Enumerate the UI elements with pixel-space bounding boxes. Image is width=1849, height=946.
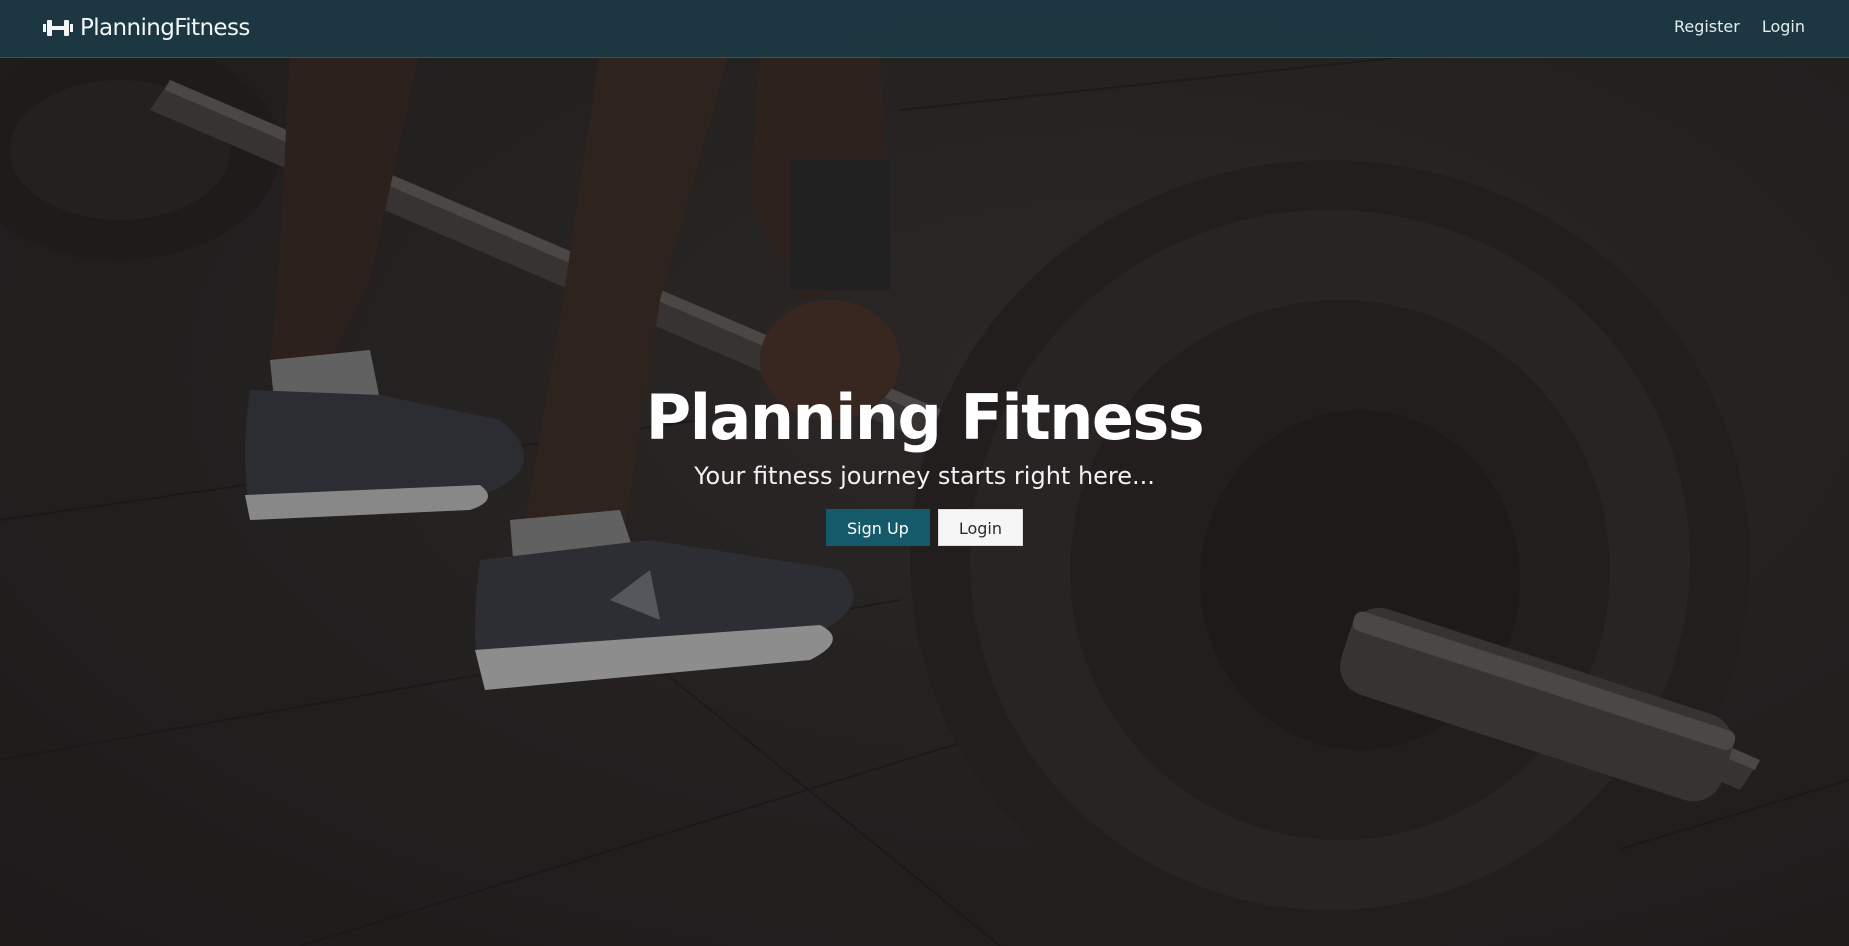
hero-subtitle: Your fitness journey starts right here..… xyxy=(694,462,1155,490)
nav-register-link[interactable]: Register xyxy=(1674,16,1740,38)
dumbbell-icon xyxy=(43,17,73,39)
top-navbar: PlanningFitness Register Login xyxy=(0,0,1849,58)
brand-link[interactable]: PlanningFitness xyxy=(43,12,250,44)
navbar-links: Register Login xyxy=(1674,16,1805,38)
brand-name: PlanningFitness xyxy=(80,15,250,41)
hero-buttons: Sign Up Login xyxy=(0,509,1849,546)
landing-page: PlanningFitness Register Login Planning … xyxy=(0,0,1849,946)
login-button[interactable]: Login xyxy=(937,509,1024,546)
nav-login-link[interactable]: Login xyxy=(1762,16,1805,38)
hero-section: Planning Fitness Your fitness journey st… xyxy=(0,380,1849,546)
hero-title: Planning Fitness xyxy=(645,381,1205,454)
signup-button[interactable]: Sign Up xyxy=(825,509,930,546)
